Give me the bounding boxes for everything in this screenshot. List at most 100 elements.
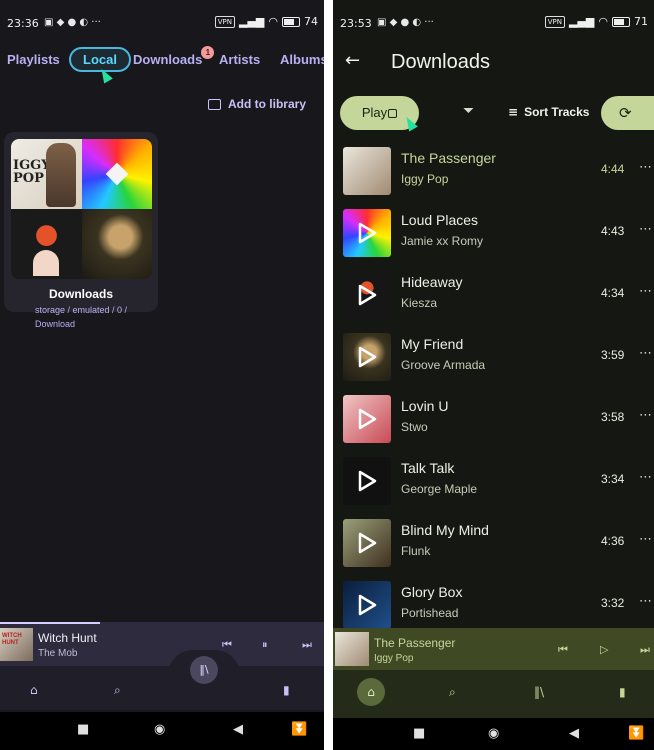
system-icons: VPN ▂▄▆ ◠ 74 [214,15,318,28]
skip-previous-icon[interactable]: ⏮ [558,643,568,657]
play-icon [358,222,377,244]
track-title: Hideaway [401,274,463,290]
play-label: Play [361,105,388,120]
app-bar: ← Downloads [333,46,654,82]
stats-icon[interactable]: ▮ [619,685,626,699]
folder-title: Downloads [48,287,113,301]
tab-playlists[interactable]: Playlists [7,52,60,67]
notification-icons: ▣ ◆ ● ◐ ··· [377,17,434,28]
more-options-icon[interactable]: ⋯ [639,346,652,361]
tab-albums[interactable]: Albums [280,52,324,67]
track-row[interactable]: My Friend Groove Armada 3:59 ⋯ [333,330,654,386]
album-art-x [105,162,129,186]
vpn-icon: VPN [544,15,565,28]
wifi-icon: ◠ [598,15,608,28]
track-cover [343,209,391,257]
play-icon [358,346,377,368]
track-cover [343,581,391,629]
track-row[interactable]: Loud Places Jamie xx Romy 4:43 ⋯ [333,206,654,262]
search-icon[interactable]: ⌕ [449,685,456,700]
now-playing-cover: WITCH HUNT [0,628,33,661]
now-playing-artist: The Mob [38,648,78,659]
skip-next-icon[interactable]: ⏭ [640,643,650,657]
more-options-icon[interactable]: ⋯ [639,160,652,175]
track-duration: 4:44 [601,162,625,176]
back-triangle-icon[interactable]: ◀ [569,726,579,741]
more-options-icon[interactable]: ⋯ [639,470,652,485]
track-row[interactable]: Lovin U Stwo 3:58 ⋯ [333,392,654,448]
library-nav-bump: ‖\ [168,650,240,700]
pause-icon[interactable]: ⏸ [262,638,268,652]
album-art-text: IGGY POP [13,158,51,186]
status-bar: 23:53 ▣ ◆ ● ◐ ··· VPN ▂▄▆ ◠ 71 [333,0,654,46]
track-artist: Portishead [401,606,459,620]
track-artist: Groove Armada [401,358,486,372]
now-playing-artist: Iggy Pop [374,653,414,664]
more-options-icon[interactable]: ⋯ [639,222,652,237]
more-options-icon[interactable]: ⋯ [639,594,652,609]
tab-downloads-label: Downloads [133,52,203,67]
tab-artists[interactable]: Artists [219,52,260,67]
album-art-figure [45,143,76,207]
battery-icon [282,16,300,27]
recents-icon[interactable]: ■ [77,722,89,737]
more-options-icon[interactable]: ⋯ [639,408,652,423]
library-icon[interactable]: ‖\ [190,656,218,684]
mini-player[interactable]: The Passenger Iggy Pop ⏮ ▷ ⏭ [333,628,654,670]
page-title: Downloads [391,51,490,73]
back-triangle-icon[interactable]: ◀ [233,722,243,737]
folder-card-downloads[interactable]: IGGY POP Downloads storage / emulated / 0… [4,132,158,329]
track-artist: Iggy Pop [401,172,449,186]
track-cover [343,457,391,505]
system-icons: VPN ▂▄▆ ◠ 71 [544,15,648,28]
home-circle-icon[interactable]: ◉ [488,726,499,741]
now-playing-cover [335,632,369,666]
status-time: 23:36 [7,17,39,30]
more-options-icon[interactable]: ⋯ [639,532,652,547]
add-to-library-button[interactable]: Add to library [207,97,306,111]
refresh-icon: ⟳ [619,104,632,122]
skip-next-icon[interactable]: ⏭ [302,638,312,652]
track-toolbar: Play ⏷ ≡ Sort Tracks ⟳ [333,96,654,130]
track-title: Talk Talk [401,460,455,476]
track-cover [343,271,391,319]
track-artist: Flunk [401,544,431,558]
hide-nav-icon[interactable]: ⏬ [291,722,307,737]
wifi-icon: ◠ [268,15,278,28]
tab-downloads[interactable]: Downloads 1 [133,46,215,67]
add-to-library-label: Add to library [227,97,306,111]
recents-icon[interactable]: ■ [413,726,425,741]
hide-nav-icon[interactable]: ⏬ [628,726,644,741]
battery-level: 74 [304,15,318,28]
filter-icon[interactable]: ⏷ [463,103,474,119]
album-art-jamie-xx [81,139,152,209]
track-duration: 3:34 [601,472,625,486]
battery-icon [612,16,630,27]
track-title: Blind My Mind [401,522,489,538]
skip-previous-icon[interactable]: ⏮ [222,638,232,652]
home-circle-icon[interactable]: ◉ [154,722,165,737]
back-arrow-icon[interactable]: ← [345,50,360,71]
track-row[interactable]: Hideaway Kiesza 4:34 ⋯ [333,268,654,324]
play-icon[interactable]: ▷ [600,643,608,656]
library-icon[interactable]: ‖\ [534,685,544,699]
system-nav-bar: ■ ◉ ◀ ⏬ [333,718,654,750]
stats-icon[interactable]: ▮ [283,683,290,697]
refresh-button[interactable]: ⟳ [601,96,654,130]
track-row[interactable]: Blind My Mind Flunk 4:36 ⋯ [333,516,654,572]
notification-badge: 1 [201,46,215,59]
search-icon[interactable]: ⌕ [114,683,121,698]
track-row[interactable]: Glory Box Portishead 3:32 ⋯ [333,578,654,634]
play-icon [358,532,377,554]
track-row[interactable]: Talk Talk George Maple 3:34 ⋯ [333,454,654,510]
play-icon [358,408,377,430]
mini-player[interactable]: WITCH HUNT Witch Hunt The Mob ⏮ ⏸ ⏭ [0,622,324,666]
more-options-icon[interactable]: ⋯ [639,284,652,299]
track-cover [343,395,391,443]
home-icon[interactable]: ⌂ [357,678,385,706]
sort-tracks-button[interactable]: ≡ Sort Tracks [508,105,589,119]
track-duration: 3:58 [601,410,625,424]
home-icon[interactable]: ⌂ [30,683,38,697]
track-row[interactable]: The Passenger Iggy Pop 4:44 ⋯ [333,144,654,200]
track-title: Glory Box [401,584,463,600]
